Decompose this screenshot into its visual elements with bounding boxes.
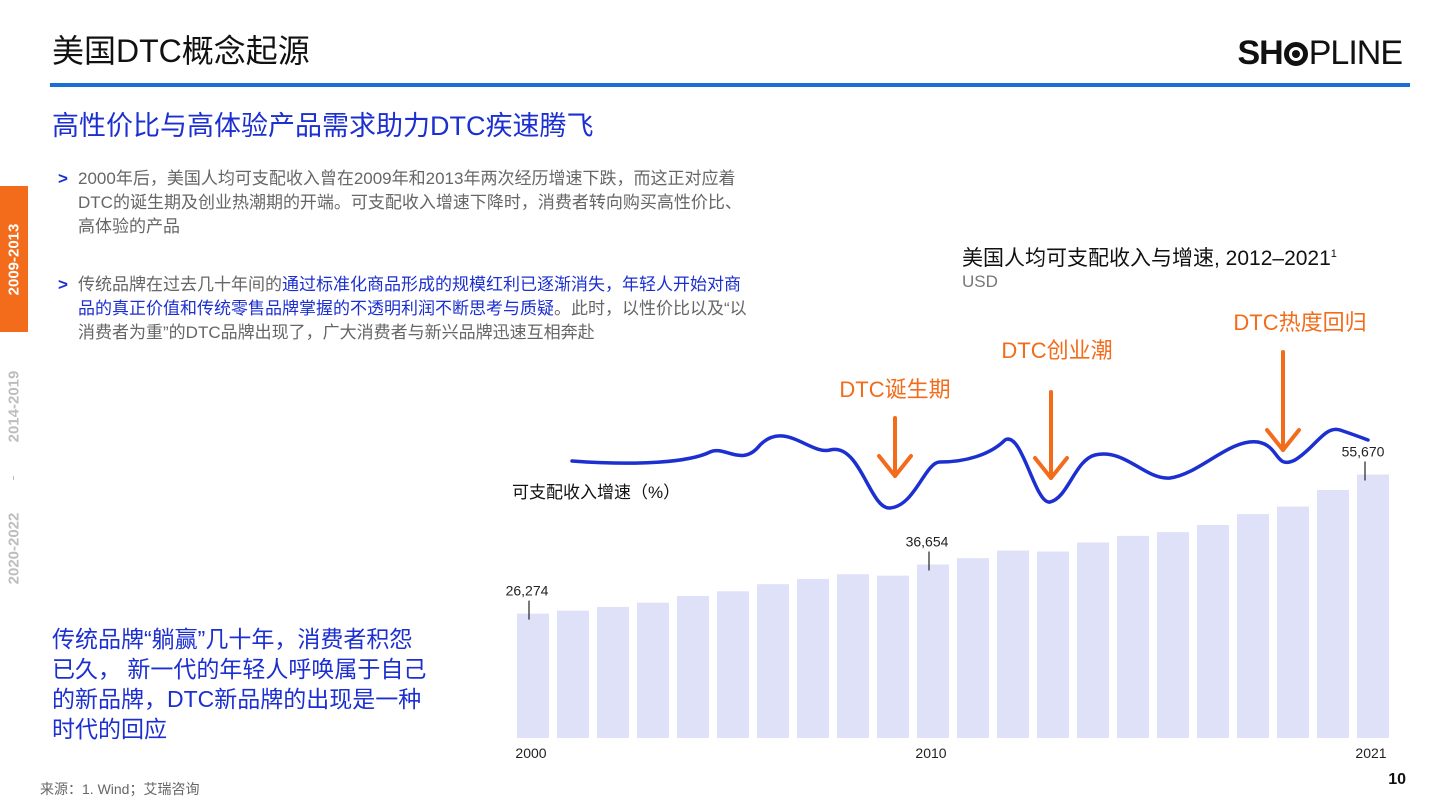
bar-2008 xyxy=(837,574,869,738)
bar-2000 xyxy=(517,613,549,738)
bar-2011 xyxy=(957,558,989,738)
bar-2001 xyxy=(557,610,589,738)
data-label-2010: 36,654 xyxy=(906,534,949,550)
annotation-label: DTC热度回归 xyxy=(1233,310,1366,335)
growth-line-label: 可支配收入增速（%） xyxy=(512,483,680,502)
x-tick-2021: 2021 xyxy=(1355,745,1386,761)
bar-2007 xyxy=(797,578,829,738)
data-label-2021: 55,670 xyxy=(1342,443,1385,459)
bar-2006 xyxy=(757,584,789,738)
bar-2014 xyxy=(1077,542,1109,738)
bar-2015 xyxy=(1117,535,1149,738)
bar-2017 xyxy=(1197,525,1229,738)
x-tick-2010: 2010 xyxy=(915,745,946,761)
bar-2012 xyxy=(997,550,1029,738)
bar-2016 xyxy=(1157,532,1189,738)
bar-2020 xyxy=(1317,489,1349,738)
annotation-label: DTC创业潮 xyxy=(1001,338,1112,363)
x-tick-2000: 2000 xyxy=(515,745,546,761)
bar-2019 xyxy=(1277,506,1309,738)
source-note: 来源：1. Wind；艾瑞咨询 xyxy=(40,781,200,797)
bar-2010 xyxy=(917,564,949,738)
bar-2002 xyxy=(597,606,629,738)
bar-2003 xyxy=(637,602,669,738)
data-label-2000: 26,274 xyxy=(506,583,549,599)
bar-2009 xyxy=(877,575,909,738)
bar-2018 xyxy=(1237,514,1269,738)
page-number: 10 xyxy=(1388,771,1406,788)
bar-2013 xyxy=(1037,551,1069,738)
bar-2005 xyxy=(717,591,749,738)
income-chart: 26,274 36,654 55,670 2000 2010 2021 可支配收入增速（%）… xyxy=(506,310,1389,761)
annotation-label: DTC诞生期 xyxy=(839,377,950,402)
bar-2021 xyxy=(1357,474,1389,738)
bar-2004 xyxy=(677,596,709,738)
growth-rate-line xyxy=(570,427,1370,510)
